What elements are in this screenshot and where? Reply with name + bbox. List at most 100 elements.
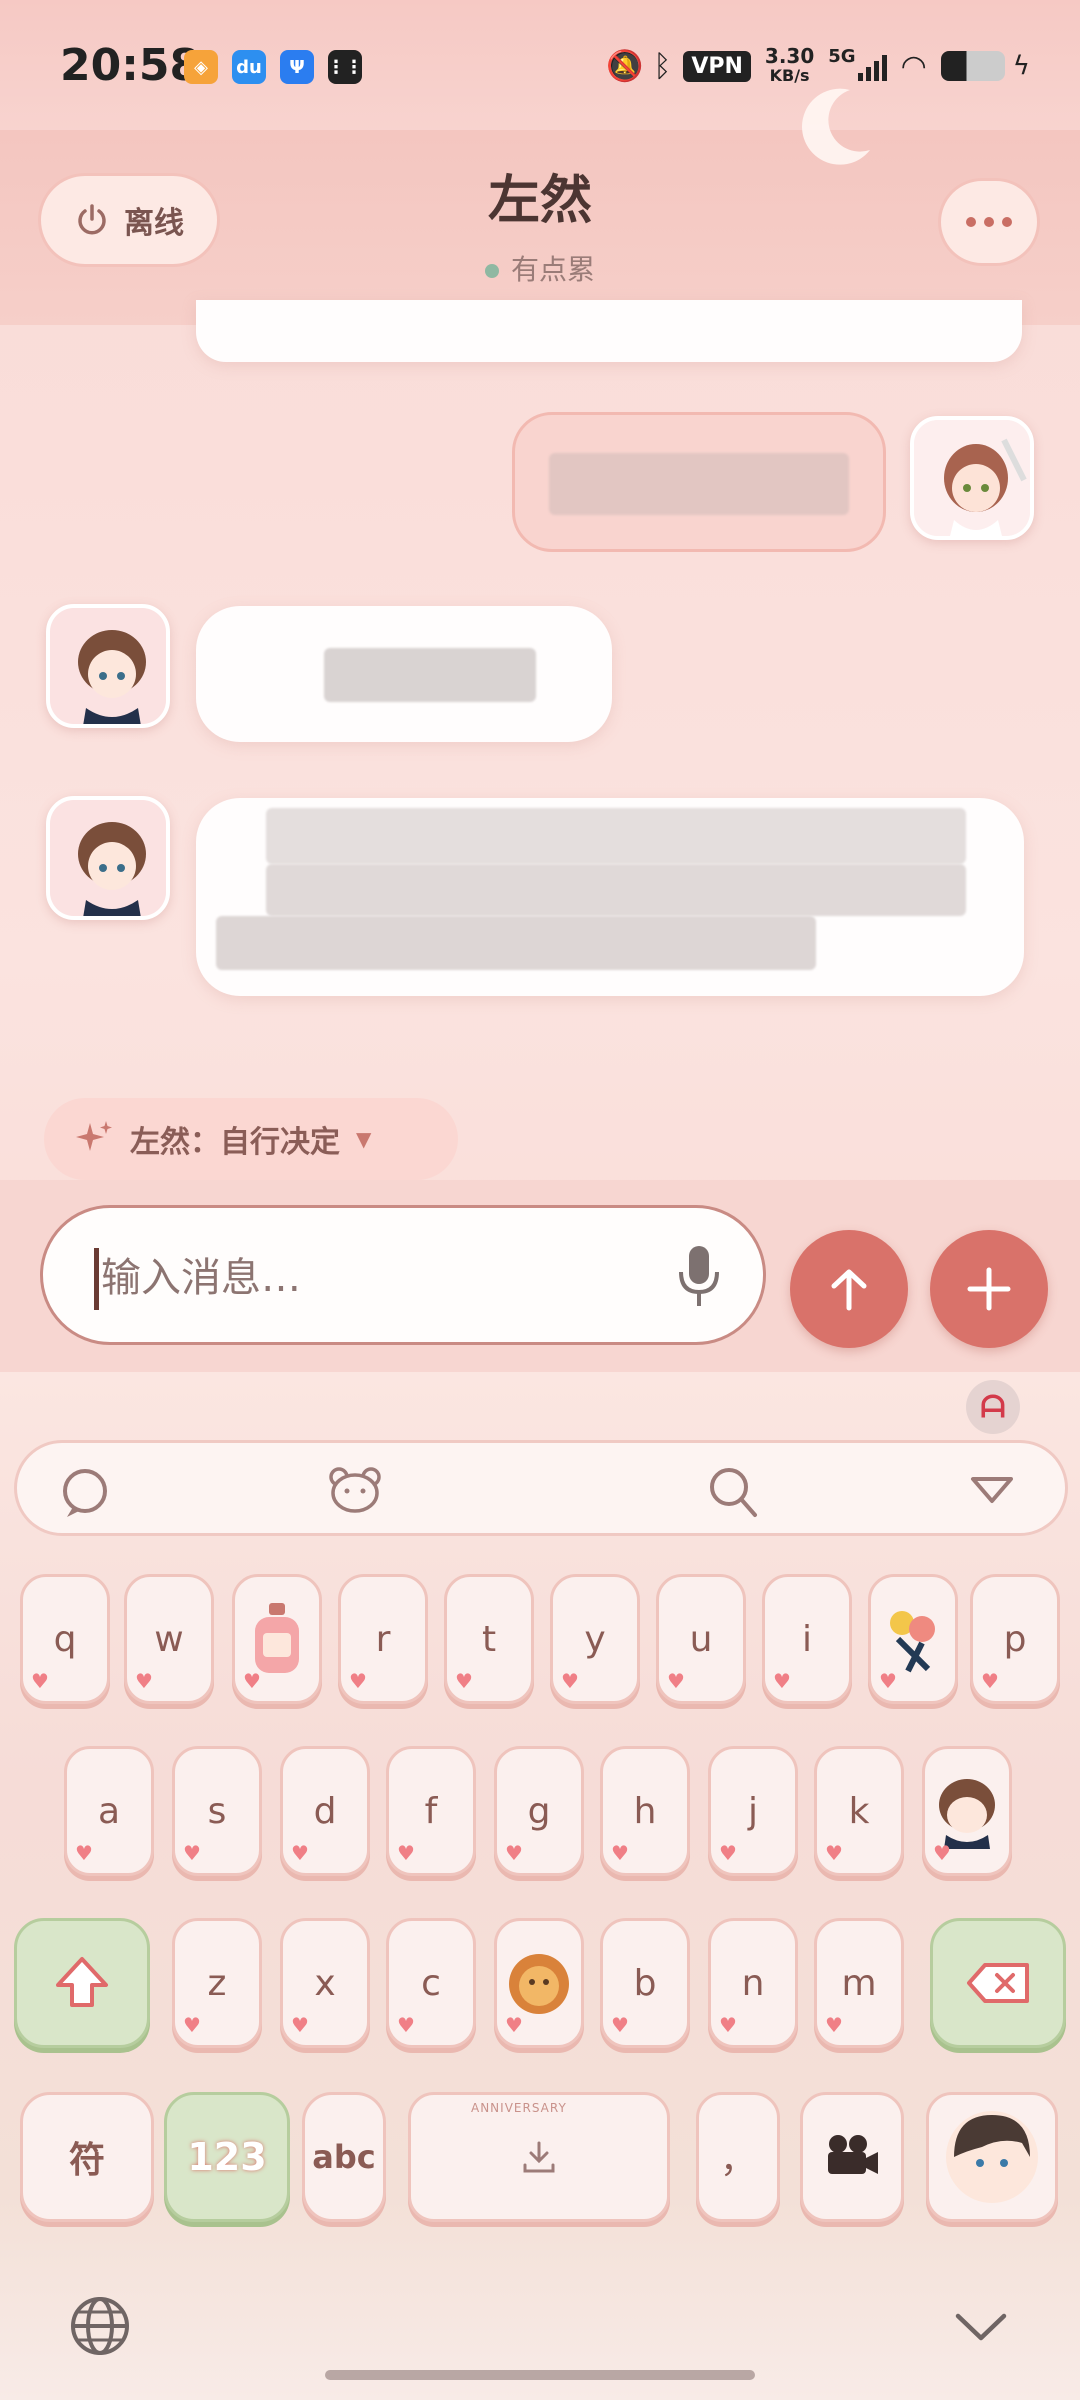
- arrow-up-icon: [831, 1269, 867, 1311]
- message-bubble-contact-2[interactable]: [196, 798, 1024, 996]
- sparkle-icon: [76, 1121, 112, 1151]
- dropdown-caret-icon: ▼: [356, 1127, 372, 1151]
- numbers-key[interactable]: 123: [164, 2092, 290, 2222]
- offline-label: 离线: [124, 206, 184, 241]
- key-w[interactable]: w ♥: [124, 1574, 214, 1704]
- punctuation-key[interactable]: ，: [696, 2092, 780, 2222]
- blurred-text: [216, 916, 816, 970]
- user-avatar-icon: [914, 420, 1030, 536]
- chibi-character-icon: [939, 1779, 995, 1849]
- charging-icon: ϟ: [1012, 51, 1030, 81]
- movie-camera-icon: [828, 2135, 878, 2174]
- usb-icon: Ψ: [280, 50, 314, 84]
- mute-bell-icon: 🔕: [606, 48, 644, 84]
- message-bubble-contact-1[interactable]: [196, 606, 612, 742]
- abc-key[interactable]: abc: [302, 2092, 386, 2222]
- key-v[interactable]: ♥: [494, 1918, 584, 2048]
- bluetooth-icon: ᛒ: [653, 48, 672, 84]
- status-text: 有点累: [510, 253, 595, 286]
- wifi-icon: ◠: [900, 48, 927, 84]
- bear-emoji-icon[interactable]: [327, 1465, 383, 1515]
- baidu-notification-icon: du: [232, 50, 266, 84]
- message-bubble-previous[interactable]: [196, 300, 1022, 362]
- anniversary-banner: ANNIVERSARY: [471, 2101, 567, 2115]
- key-z[interactable]: z ♥: [172, 1918, 262, 2048]
- message-input-wrapper[interactable]: [40, 1205, 766, 1345]
- space-icon: [523, 2141, 555, 2173]
- key-r[interactable]: r ♥: [338, 1574, 428, 1704]
- key-i[interactable]: i ♥: [762, 1574, 852, 1704]
- key-x[interactable]: x ♥: [280, 1918, 370, 2048]
- key-e[interactable]: ♥: [232, 1574, 322, 1704]
- movie-camera-key[interactable]: [800, 2092, 904, 2222]
- keyboard-toolbar: [14, 1440, 1068, 1536]
- contact-avatar-icon: [50, 608, 166, 724]
- add-button[interactable]: [930, 1230, 1048, 1348]
- perfume-bottle-icon: [255, 1603, 299, 1673]
- more-options-button[interactable]: [938, 178, 1040, 266]
- moon-decoration-icon: [802, 88, 870, 165]
- key-p[interactable]: p ♥: [970, 1574, 1060, 1704]
- text-cursor: [94, 1248, 99, 1310]
- decision-label: 左然：自行决定: [130, 1125, 340, 1160]
- message-input[interactable]: [101, 1248, 661, 1308]
- key-f[interactable]: f ♥: [386, 1746, 476, 1876]
- key-n[interactable]: n ♥: [708, 1918, 798, 2048]
- status-time: 20:58: [60, 40, 201, 91]
- key-y[interactable]: y ♥: [550, 1574, 640, 1704]
- blurred-text: [266, 864, 966, 916]
- chat-bubble-icon[interactable]: [59, 1465, 113, 1519]
- signal-icon: [857, 51, 887, 81]
- battery-icon: [940, 51, 1005, 81]
- key-g[interactable]: g ♥: [494, 1746, 584, 1876]
- shift-key[interactable]: [14, 1918, 150, 2048]
- message-bubble-user[interactable]: [512, 412, 886, 552]
- grid-app-icon: ⋮⋮: [327, 50, 363, 84]
- app-notification-icon: ◈: [184, 50, 218, 84]
- shift-arrow-icon: [56, 1957, 108, 2007]
- avatar-key[interactable]: [926, 2092, 1058, 2222]
- hide-keyboard-chevron-icon[interactable]: [954, 2310, 1008, 2342]
- key-a[interactable]: a ♥: [64, 1746, 154, 1876]
- contact-name: 左然: [487, 171, 592, 231]
- key-t[interactable]: t ♥: [444, 1574, 534, 1704]
- key-h[interactable]: h ♥: [600, 1746, 690, 1876]
- key-s[interactable]: s ♥: [172, 1746, 262, 1876]
- space-key[interactable]: ANNIVERSARY: [408, 2092, 670, 2222]
- character-portrait-icon: [946, 2111, 1038, 2203]
- network-type: 5G: [828, 46, 856, 67]
- search-icon[interactable]: [705, 1463, 761, 1521]
- key-l[interactable]: ♥: [922, 1746, 1012, 1876]
- key-k[interactable]: k ♥: [814, 1746, 904, 1876]
- key-d[interactable]: d ♥: [280, 1746, 370, 1876]
- backspace-icon: [967, 1963, 1029, 2003]
- decision-mode-selector[interactable]: 左然：自行决定 ▼: [44, 1098, 458, 1180]
- contact-avatar[interactable]: [46, 796, 170, 920]
- blurred-text: [324, 648, 536, 702]
- microphone-icon[interactable]: [675, 1244, 723, 1310]
- vpn-badge: VPN: [683, 50, 751, 82]
- backspace-key[interactable]: [930, 1918, 1066, 2048]
- symbol-key[interactable]: 符: [20, 2092, 154, 2222]
- keyboard-logo-icon[interactable]: ᗩ: [966, 1380, 1020, 1434]
- collapse-triangle-icon[interactable]: [969, 1475, 1015, 1505]
- key-j[interactable]: j ♥: [708, 1746, 798, 1876]
- key-b[interactable]: b ♥: [600, 1918, 690, 2048]
- contact-status: 有点累: [340, 248, 740, 288]
- globe-language-icon[interactable]: [68, 2294, 132, 2358]
- lion-icon: [509, 1954, 569, 2014]
- key-o[interactable]: ♥: [868, 1574, 958, 1704]
- send-button[interactable]: [790, 1230, 908, 1348]
- key-m[interactable]: m ♥: [814, 1918, 904, 2048]
- key-c[interactable]: c ♥: [386, 1918, 476, 2048]
- flower-bouquet-icon: [890, 1611, 935, 1673]
- blurred-text: [266, 808, 966, 864]
- offline-button[interactable]: 离线: [38, 173, 220, 267]
- contact-avatar[interactable]: [46, 604, 170, 728]
- key-q[interactable]: q ♥: [20, 1574, 110, 1704]
- home-indicator[interactable]: [325, 2370, 755, 2380]
- key-u[interactable]: u ♥: [656, 1574, 746, 1704]
- power-icon: [78, 204, 106, 235]
- plus-icon: [967, 1267, 1011, 1311]
- user-avatar[interactable]: [910, 416, 1034, 540]
